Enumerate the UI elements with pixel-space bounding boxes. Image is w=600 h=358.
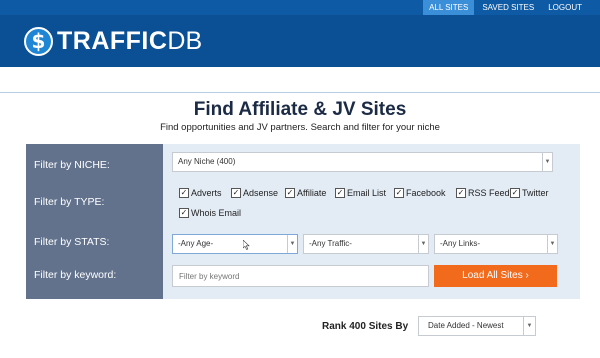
filter-keyword-label: Filter by keyword: [34,269,117,281]
age-select-value: -Any Age- [178,239,214,248]
chevron-down-icon: ▼ [547,235,557,253]
top-nav-links: ALL SITES SAVED SITES LOGOUT [421,0,588,15]
checkmark-icon: ✓ [456,188,466,198]
site-header: $ TRAFFIC DB [0,15,600,67]
checkmark-icon: ✓ [231,188,241,198]
checkbox-label: Email List [347,188,387,198]
keyword-input[interactable] [172,265,429,287]
section-divider [0,92,600,93]
niche-select-value: Any Niche (400) [178,157,236,166]
brand-logo[interactable]: $ TRAFFIC DB [24,25,202,57]
filter-panel: Filter by NICHE: Filter by TYPE: Filter … [26,144,580,299]
checkbox-label: RSS Feed [468,188,510,198]
checkbox-adverts[interactable]: ✓ Adverts [179,188,222,198]
checkbox-label: Adverts [191,188,222,198]
checkbox-affiliate[interactable]: ✓ Affiliate [285,188,326,198]
nav-all-sites[interactable]: ALL SITES [423,0,475,15]
mouse-cursor-icon [243,240,250,250]
brand-word-db: DB [167,26,203,55]
checkbox-whois-email[interactable]: ✓ Whois Email [179,208,241,218]
nav-saved-sites[interactable]: SAVED SITES [476,0,540,15]
checkmark-icon: ✓ [510,188,520,198]
rank-sites-label: Rank 400 Sites By [322,321,409,332]
checkmark-icon: ✓ [179,208,189,218]
chevron-down-icon: ▼ [287,235,297,253]
filter-type-label: Filter by TYPE: [34,196,105,208]
checkbox-label: Facebook [406,188,446,198]
checkmark-icon: ✓ [285,188,295,198]
chevron-down-icon: ▼ [418,235,428,253]
age-select[interactable]: -Any Age- ▼ [172,234,298,254]
checkbox-rss-feed[interactable]: ✓ RSS Feed [456,188,510,198]
checkbox-label: Affiliate [297,188,327,198]
page-title: Find Affiliate & JV Sites [193,99,407,120]
checkbox-email-list[interactable]: ✓ Email List [335,188,386,198]
checkbox-facebook[interactable]: ✓ Facebook [394,188,446,198]
checkbox-twitter[interactable]: ✓ Twitter [510,188,549,198]
traffic-select[interactable]: -Any Traffic- ▼ [303,234,429,254]
chevron-down-icon: ▼ [523,317,535,335]
rank-sort-select[interactable]: Date Added - Newest ▼ [418,316,536,336]
checkmark-icon: ✓ [394,188,404,198]
filter-stats-label: Filter by STATS: [34,236,110,248]
filter-labels-column: Filter by NICHE: Filter by TYPE: Filter … [26,144,163,299]
checkmark-icon: ✓ [335,188,345,198]
nav-logout[interactable]: LOGOUT [542,0,588,15]
filter-niche-label: Filter by NICHE: [34,159,110,171]
top-nav: ALL SITES SAVED SITES LOGOUT [0,0,600,15]
page-subtitle: Find opportunities and JV partners. Sear… [160,122,440,133]
dollar-coin-icon: $ [24,26,53,56]
chevron-down-icon: ▼ [542,153,552,171]
traffic-select-value: -Any Traffic- [309,239,352,248]
links-select-value: -Any Links- [440,239,481,248]
checkmark-icon: ✓ [179,188,189,198]
rank-sort-value: Date Added - Newest [428,321,504,330]
checkbox-label: Whois Email [191,208,242,218]
checkbox-label: Twitter [522,188,549,198]
links-select[interactable]: -Any Links- ▼ [434,234,558,254]
checkbox-adsense[interactable]: ✓ Adsense [231,188,278,198]
brand-word-traffic: TRAFFIC [57,26,168,55]
checkbox-label: Adsense [243,188,279,198]
load-all-sites-button[interactable]: Load All Sites › [434,265,557,287]
niche-select[interactable]: Any Niche (400) ▼ [172,152,553,172]
